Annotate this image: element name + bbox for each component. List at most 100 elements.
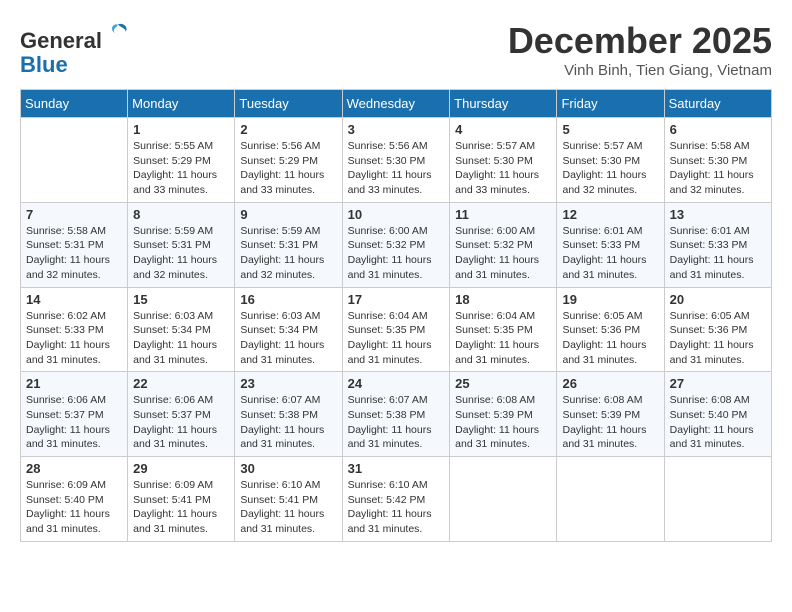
- calendar-cell: 4 Sunrise: 5:57 AMSunset: 5:30 PMDaylight…: [450, 118, 557, 203]
- day-number: 21: [26, 376, 122, 391]
- page-header: General Blue December 2025 Vinh Binh, Ti…: [20, 20, 772, 79]
- day-number: 30: [240, 461, 336, 476]
- calendar-cell: 6 Sunrise: 5:58 AMSunset: 5:30 PMDaylight…: [664, 118, 771, 203]
- calendar-cell: 30Sunrise: 6:10 AMSunset: 5:41 PMDayligh…: [235, 457, 342, 542]
- calendar-cell: 16 Sunrise: 6:03 AMSunset: 5:34 PMDayligh…: [235, 287, 342, 372]
- day-number: 11: [455, 207, 551, 222]
- weekday-header-saturday: Saturday: [664, 90, 771, 118]
- day-number: 1: [133, 122, 229, 137]
- day-info: Sunrise: 6:09 AMSunset: 5:40 PMDaylight:…: [26, 478, 122, 537]
- calendar-cell: [450, 457, 557, 542]
- day-number: 10: [348, 207, 445, 222]
- day-number: 25: [455, 376, 551, 391]
- calendar-cell: 15 Sunrise: 6:03 AMSunset: 5:34 PMDayligh…: [128, 287, 235, 372]
- logo: General Blue: [20, 20, 132, 77]
- calendar-cell: 22 Sunrise: 6:06 AMSunset: 5:37 PMDayligh…: [128, 372, 235, 457]
- day-number: 13: [670, 207, 766, 222]
- calendar-cell: 29 Sunrise: 6:09 AMSunset: 5:41 PMDayligh…: [128, 457, 235, 542]
- day-number: 4: [455, 122, 551, 137]
- calendar-cell: 18Sunrise: 6:04 AMSunset: 5:35 PMDayligh…: [450, 287, 557, 372]
- calendar-cell: 24Sunrise: 6:07 AMSunset: 5:38 PMDayligh…: [342, 372, 450, 457]
- calendar-cell: 11Sunrise: 6:00 AMSunset: 5:32 PMDayligh…: [450, 202, 557, 287]
- day-number: 14: [26, 292, 122, 307]
- day-info: Sunrise: 6:07 AMSunset: 5:38 PMDaylight:…: [240, 393, 336, 452]
- day-info: Sunrise: 6:09 AMSunset: 5:41 PMDaylight:…: [133, 478, 229, 537]
- calendar-cell: 8 Sunrise: 5:59 AMSunset: 5:31 PMDaylight…: [128, 202, 235, 287]
- calendar-cell: 7 Sunrise: 5:58 AMSunset: 5:31 PMDaylight…: [21, 202, 128, 287]
- day-info: Sunrise: 6:02 AMSunset: 5:33 PMDaylight:…: [26, 309, 122, 368]
- logo-blue: Blue: [20, 52, 68, 77]
- calendar-cell: 1 Sunrise: 5:55 AMSunset: 5:29 PMDaylight…: [128, 118, 235, 203]
- day-info: Sunrise: 6:07 AMSunset: 5:38 PMDaylight:…: [348, 393, 445, 452]
- calendar-table: SundayMondayTuesdayWednesdayThursdayFrid…: [20, 89, 772, 542]
- weekday-header-thursday: Thursday: [450, 90, 557, 118]
- calendar-cell: 3Sunrise: 5:56 AMSunset: 5:30 PMDaylight…: [342, 118, 450, 203]
- day-info: Sunrise: 6:01 AMSunset: 5:33 PMDaylight:…: [670, 224, 766, 283]
- day-number: 8: [133, 207, 229, 222]
- logo-bird-icon: [104, 20, 132, 48]
- day-info: Sunrise: 5:58 AMSunset: 5:30 PMDaylight:…: [670, 139, 766, 198]
- calendar-cell: 28 Sunrise: 6:09 AMSunset: 5:40 PMDayligh…: [21, 457, 128, 542]
- day-number: 7: [26, 207, 122, 222]
- day-info: Sunrise: 5:55 AMSunset: 5:29 PMDaylight:…: [133, 139, 229, 198]
- calendar-cell: [21, 118, 128, 203]
- month-title: December 2025: [508, 20, 772, 62]
- weekday-header-row: SundayMondayTuesdayWednesdayThursdayFrid…: [21, 90, 772, 118]
- day-number: 12: [562, 207, 658, 222]
- day-number: 17: [348, 292, 445, 307]
- day-info: Sunrise: 6:08 AMSunset: 5:39 PMDaylight:…: [562, 393, 658, 452]
- calendar-cell: 9Sunrise: 5:59 AMSunset: 5:31 PMDaylight…: [235, 202, 342, 287]
- day-number: 3: [348, 122, 445, 137]
- day-info: Sunrise: 6:01 AMSunset: 5:33 PMDaylight:…: [562, 224, 658, 283]
- day-info: Sunrise: 6:03 AMSunset: 5:34 PMDaylight:…: [133, 309, 229, 368]
- calendar-cell: 2 Sunrise: 5:56 AMSunset: 5:29 PMDaylight…: [235, 118, 342, 203]
- day-number: 27: [670, 376, 766, 391]
- day-number: 6: [670, 122, 766, 137]
- day-info: Sunrise: 5:57 AMSunset: 5:30 PMDaylight:…: [455, 139, 551, 198]
- day-info: Sunrise: 5:57 AMSunset: 5:30 PMDaylight:…: [562, 139, 658, 198]
- calendar-week-row: 21 Sunrise: 6:06 AMSunset: 5:37 PMDayligh…: [21, 372, 772, 457]
- day-number: 5: [562, 122, 658, 137]
- calendar-cell: [664, 457, 771, 542]
- weekday-header-monday: Monday: [128, 90, 235, 118]
- day-info: Sunrise: 6:08 AMSunset: 5:40 PMDaylight:…: [670, 393, 766, 452]
- calendar-cell: 26Sunrise: 6:08 AMSunset: 5:39 PMDayligh…: [557, 372, 664, 457]
- weekday-header-tuesday: Tuesday: [235, 90, 342, 118]
- day-info: Sunrise: 6:03 AMSunset: 5:34 PMDaylight:…: [240, 309, 336, 368]
- day-number: 16: [240, 292, 336, 307]
- calendar-cell: 20Sunrise: 6:05 AMSunset: 5:36 PMDayligh…: [664, 287, 771, 372]
- calendar-week-row: 14 Sunrise: 6:02 AMSunset: 5:33 PMDayligh…: [21, 287, 772, 372]
- day-info: Sunrise: 6:04 AMSunset: 5:35 PMDaylight:…: [348, 309, 445, 368]
- calendar-cell: 19Sunrise: 6:05 AMSunset: 5:36 PMDayligh…: [557, 287, 664, 372]
- calendar-week-row: 7 Sunrise: 5:58 AMSunset: 5:31 PMDaylight…: [21, 202, 772, 287]
- day-number: 9: [240, 207, 336, 222]
- calendar-cell: 12 Sunrise: 6:01 AMSunset: 5:33 PMDayligh…: [557, 202, 664, 287]
- day-number: 28: [26, 461, 122, 476]
- day-number: 23: [240, 376, 336, 391]
- weekday-header-sunday: Sunday: [21, 90, 128, 118]
- calendar-cell: 14 Sunrise: 6:02 AMSunset: 5:33 PMDayligh…: [21, 287, 128, 372]
- day-info: Sunrise: 6:05 AMSunset: 5:36 PMDaylight:…: [670, 309, 766, 368]
- day-number: 22: [133, 376, 229, 391]
- day-info: Sunrise: 6:04 AMSunset: 5:35 PMDaylight:…: [455, 309, 551, 368]
- weekday-header-friday: Friday: [557, 90, 664, 118]
- logo-general: General: [20, 28, 102, 53]
- calendar-cell: [557, 457, 664, 542]
- day-info: Sunrise: 6:06 AMSunset: 5:37 PMDaylight:…: [133, 393, 229, 452]
- calendar-cell: 10 Sunrise: 6:00 AMSunset: 5:32 PMDayligh…: [342, 202, 450, 287]
- day-info: Sunrise: 6:00 AMSunset: 5:32 PMDaylight:…: [348, 224, 445, 283]
- calendar-cell: 25Sunrise: 6:08 AMSunset: 5:39 PMDayligh…: [450, 372, 557, 457]
- day-number: 2: [240, 122, 336, 137]
- day-number: 29: [133, 461, 229, 476]
- day-number: 31: [348, 461, 445, 476]
- day-number: 15: [133, 292, 229, 307]
- day-info: Sunrise: 5:58 AMSunset: 5:31 PMDaylight:…: [26, 224, 122, 283]
- day-info: Sunrise: 5:59 AMSunset: 5:31 PMDaylight:…: [133, 224, 229, 283]
- day-info: Sunrise: 6:10 AMSunset: 5:42 PMDaylight:…: [348, 478, 445, 537]
- day-info: Sunrise: 5:56 AMSunset: 5:29 PMDaylight:…: [240, 139, 336, 198]
- title-area: December 2025 Vinh Binh, Tien Giang, Vie…: [508, 20, 772, 79]
- day-number: 19: [562, 292, 658, 307]
- calendar-cell: 5 Sunrise: 5:57 AMSunset: 5:30 PMDaylight…: [557, 118, 664, 203]
- calendar-cell: 31 Sunrise: 6:10 AMSunset: 5:42 PMDayligh…: [342, 457, 450, 542]
- calendar-week-row: 1 Sunrise: 5:55 AMSunset: 5:29 PMDaylight…: [21, 118, 772, 203]
